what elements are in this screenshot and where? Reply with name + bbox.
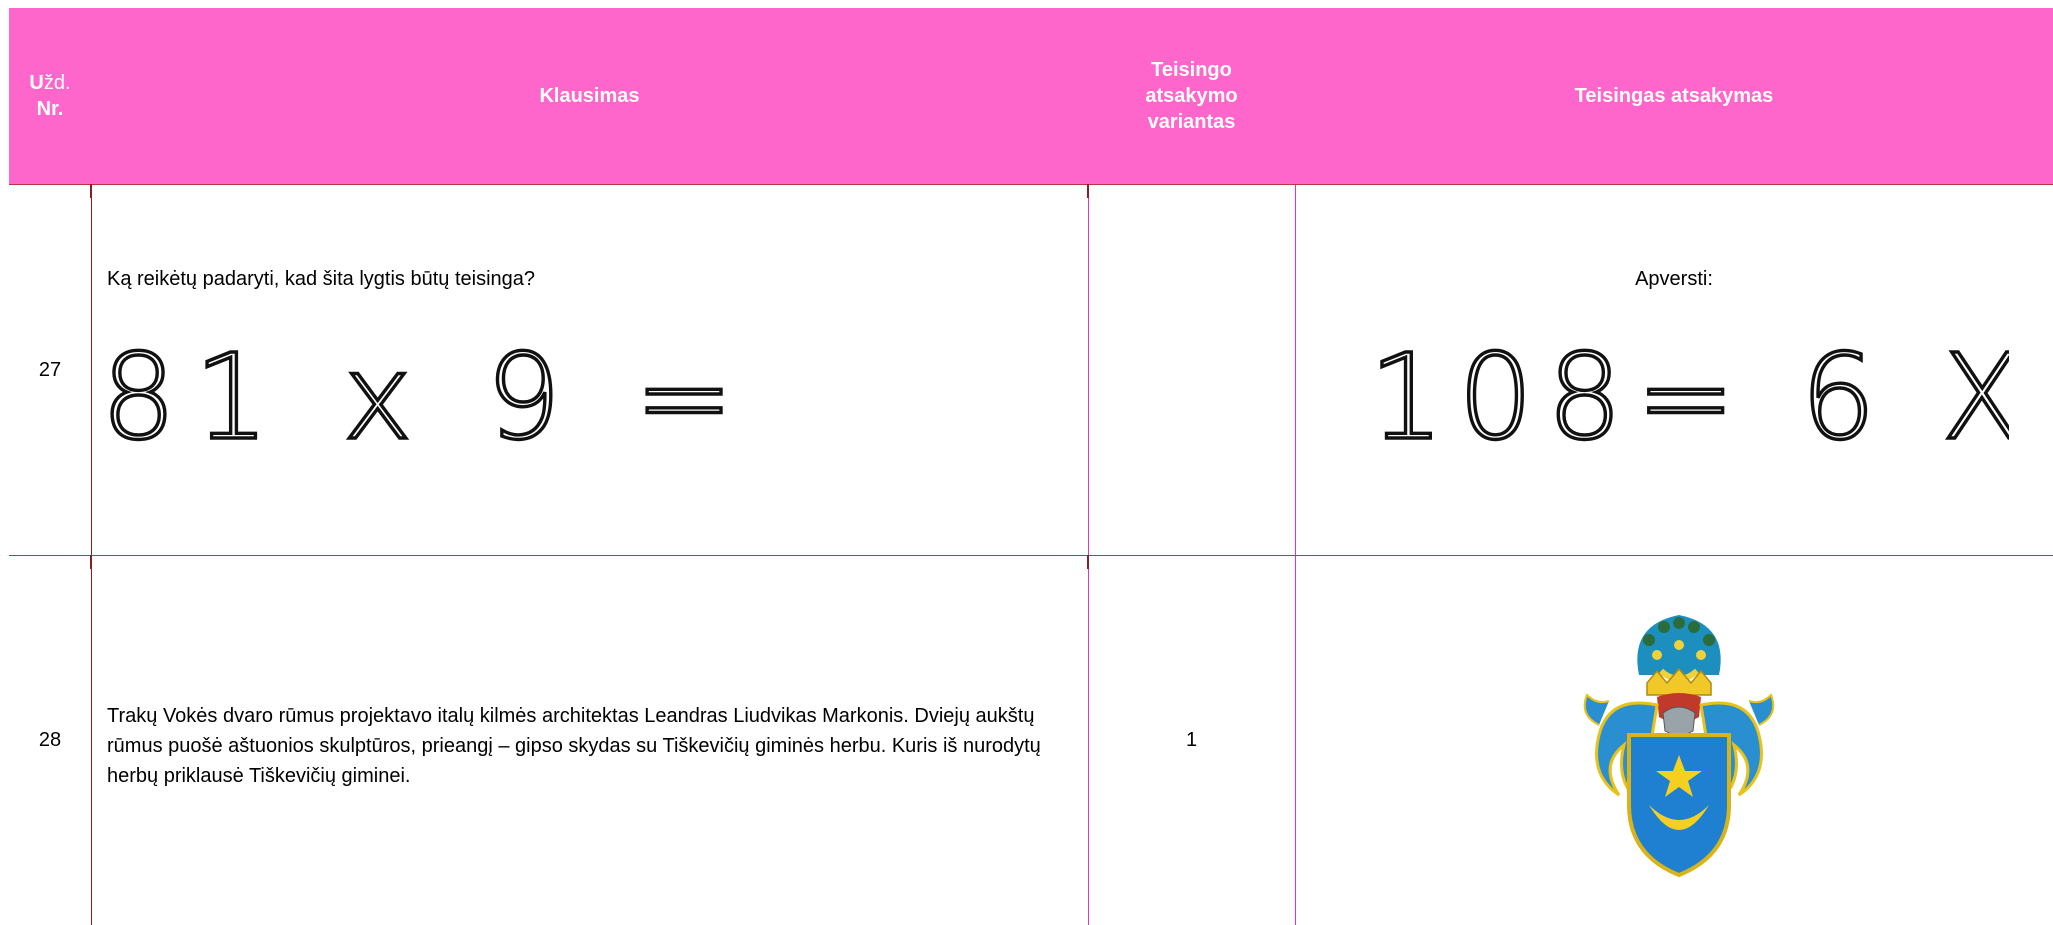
coat-of-arms-icon (1583, 615, 1775, 878)
equation-text: 81 x 9 =801 (101, 332, 741, 462)
header-nr-rest: žd. (43, 72, 71, 94)
question-text: Ką reikėtų padaryti, kad šita lygtis būt… (107, 268, 536, 290)
task-number: 27 (38, 358, 62, 381)
header-nr-bold: U (29, 72, 44, 94)
header-variant: Teisingo atsakymo variantas (1088, 8, 1295, 184)
answer-equation-text: 108= 6 X 18 (1369, 332, 2009, 462)
answer-equation-image: 108= 6 X 18 (1369, 332, 2009, 462)
question-text: Trakų Vokės dvaro rūmus projektavo italų… (107, 705, 1041, 787)
answer-label: Apversti: (1635, 268, 1713, 290)
shield-icon (1627, 733, 1731, 878)
table-row: 27 Ką reikėtų padaryti, kad šita lygtis … (9, 184, 2053, 555)
header-task-number: Užd. Nr. (9, 8, 91, 184)
header-variant-label: Teisingo atsakymo variantas (1145, 59, 1238, 133)
header-question: Klausimas (539, 85, 640, 107)
table-header: Užd. Nr. Klausimas Teisingo atsakymo vari… (9, 8, 2053, 184)
variant-value: 1 (1185, 729, 1198, 751)
equation-image: 81 x 9 =801 (101, 332, 741, 462)
task-number: 28 (38, 729, 62, 751)
variant-value (1088, 184, 1295, 555)
answers-table: Užd. Nr. Klausimas Teisingo atsakymo vari… (9, 8, 2053, 925)
header-nr-line2: Nr. (36, 98, 64, 120)
table-row: 28 Trakų Vokės dvaro rūmus projektavo it… (9, 555, 2053, 925)
header-answer: Teisingas atsakymas (1574, 85, 1774, 107)
helmet-icon (1657, 693, 1701, 736)
